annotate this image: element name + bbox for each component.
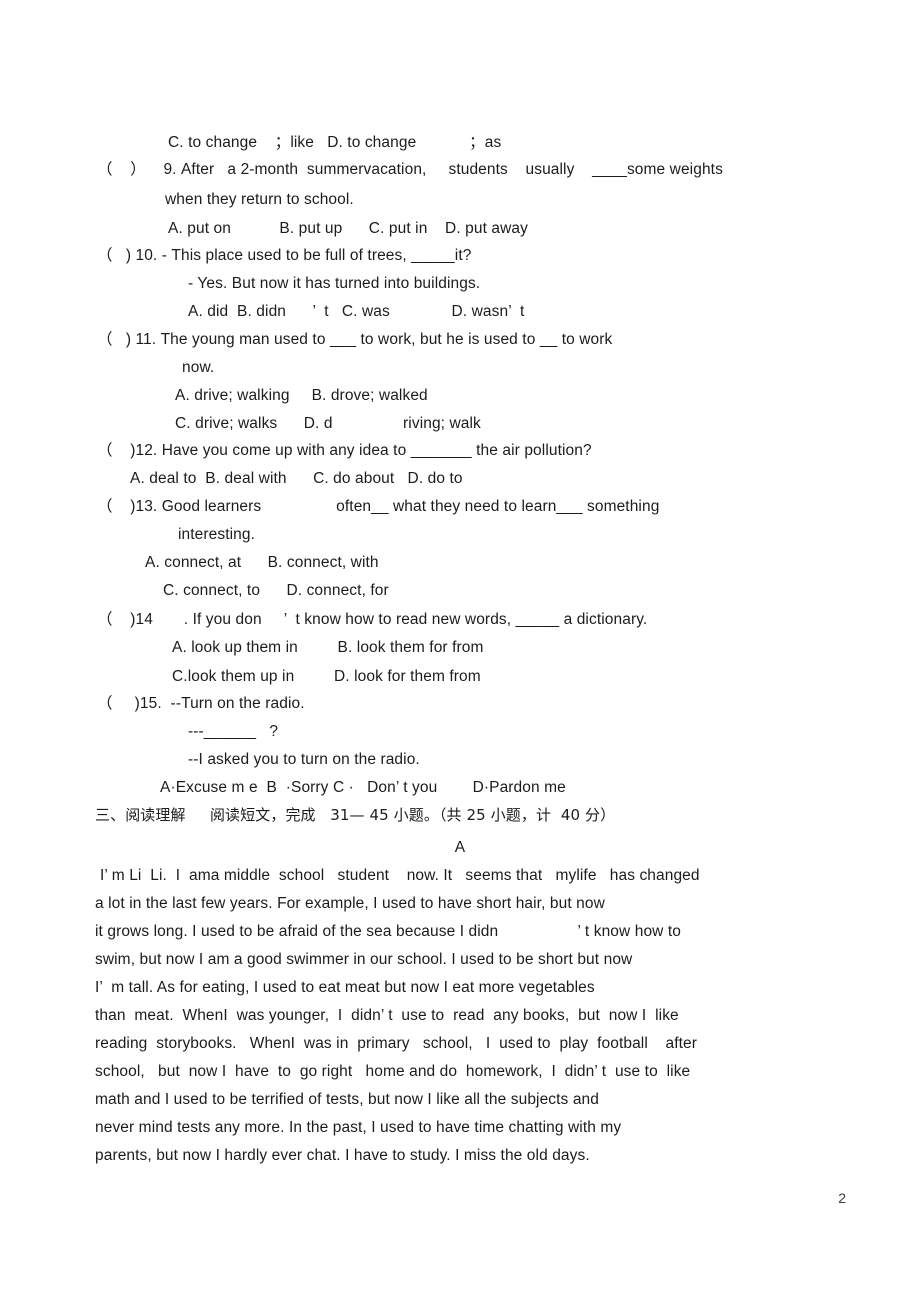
passage-line-10: never mind tests any more. In the past, …: [95, 1119, 622, 1136]
q8-options-line: C. to change ；like D. to change ；as: [168, 134, 502, 151]
q12-stem-line-1: （ )12. Have you come up with any idea to…: [97, 442, 592, 459]
q12-options: A. deal to B. deal with C. do about D. d…: [130, 470, 463, 487]
q11-stem-line-1: （ ) 11. The young man used to ___ to wor…: [97, 331, 613, 348]
q11-options-line-2: C. drive; walks D. d riving; walk: [175, 415, 481, 432]
passage-title: A: [454, 839, 466, 856]
passage-line-7: reading storybooks. WhenI was in primary…: [95, 1035, 698, 1052]
q10-stem-line-1: （ ) 10. - This place used to be full of …: [97, 247, 472, 264]
passage-line-4: swim, but now I am a good swimmer in our…: [95, 951, 633, 968]
passage-line-5: I’ m tall. As for eating, I used to eat …: [95, 979, 595, 996]
q15-stem-line-2: ---______ ?: [188, 723, 279, 740]
q13-stem-line-1: （ )13. Good learners often__ what they n…: [97, 498, 660, 515]
q11-stem-line-2: now.: [182, 359, 215, 376]
q15-options: A·Excuse m e B ·Sorry C · Don’ t you D·P…: [160, 779, 566, 796]
passage-line-3: it grows long. I used to be afraid of th…: [95, 923, 681, 940]
q14-options-line-1: A. look up them in B. look them for from: [172, 639, 484, 656]
section-heading-reading-comprehension: 三、阅读理解 阅读短文，完成 31— 45 小题。（共 25 小题，计 40 分…: [95, 806, 616, 824]
q10-stem-line-2: - Yes. But now it has turned into buildi…: [188, 275, 481, 292]
passage-line-8: school, but now I have to go right home …: [95, 1063, 691, 1080]
q9-options: A. put on B. put up C. put in D. put awa…: [168, 220, 528, 237]
passage-line-11: parents, but now I hardly ever chat. I h…: [95, 1147, 590, 1164]
q13-options-line-2: C. connect, to D. connect, for: [163, 582, 389, 599]
q15-stem-line-1: （ )15. --Turn on the radio.: [97, 695, 305, 712]
q13-options-line-1: A. connect, at B. connect, with: [145, 554, 379, 571]
q15-stem-line-3: --I asked you to turn on the radio.: [188, 751, 420, 768]
q14-options-line-2: C.look them up in D. look for them from: [172, 668, 481, 685]
page-number: 2: [838, 1190, 846, 1206]
passage-line-2: a lot in the last few years. For example…: [95, 895, 605, 912]
passage-line-6: than meat. WhenI was younger, I didn’ t …: [95, 1007, 679, 1024]
q13-stem-line-2: interesting.: [178, 526, 256, 543]
passage-line-9: math and I used to be terrified of tests…: [95, 1091, 599, 1108]
q9-stem-line-2: when they return to school.: [165, 191, 354, 208]
q11-options-line-1: A. drive; walking B. drove; walked: [175, 387, 428, 404]
q14-stem-line-1: （ )14 . If you don ’ t know how to read …: [97, 611, 648, 628]
exam-page: C. to change ；like D. to change ；as （ ） …: [0, 0, 920, 1298]
q10-options: A. did B. didn ’ t C. was D. wasn’ t: [188, 303, 525, 320]
passage-line-1: I’ m Li Li. I ama middle school student …: [100, 867, 700, 884]
q9-stem-line-1: （ ） 9. After a 2-month summervacation, s…: [97, 161, 723, 178]
